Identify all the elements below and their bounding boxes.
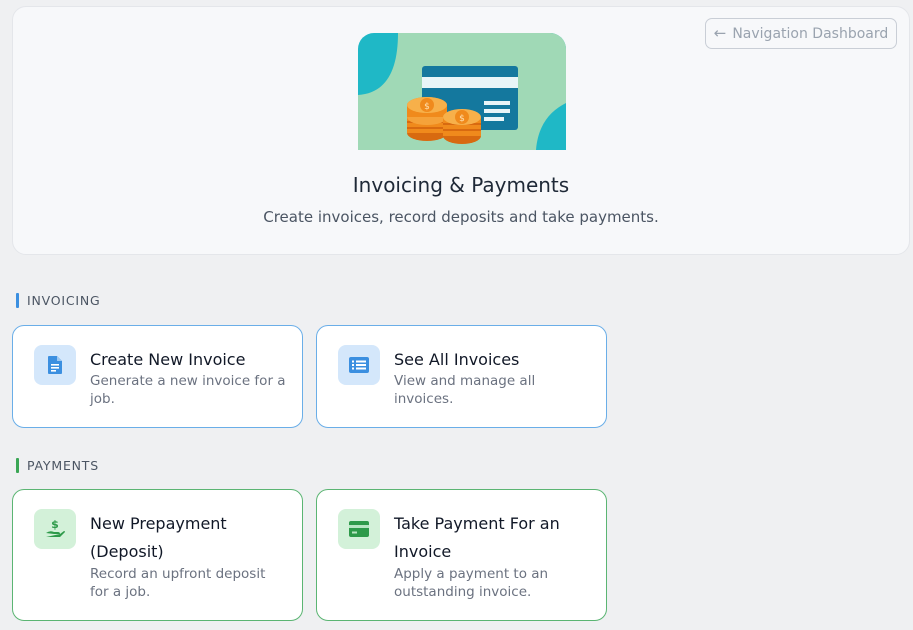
navigation-dashboard-label: Navigation Dashboard (732, 25, 889, 42)
arrow-left-icon: ← (713, 24, 727, 42)
create-new-invoice-card[interactable]: Create New Invoice Generate a new invoic… (12, 325, 303, 428)
card-description: Record an upfront deposit for a job. (90, 566, 266, 600)
page-title: Invoicing & Payments (352, 173, 570, 197)
section-label-payments: PAYMENTS (16, 458, 99, 473)
hero-panel: ← Navigation Dashboard $ $ Invoicing & P… (12, 6, 910, 255)
svg-text:$: $ (51, 518, 59, 531)
card-description: Apply a payment to an outstanding invoic… (394, 566, 549, 600)
hand-dollar-icon: $ (34, 509, 76, 549)
card-description: View and manage all invoices. (394, 373, 536, 407)
new-prepayment-card[interactable]: $ New Prepayment (Deposit) Record an upf… (12, 489, 303, 621)
see-all-invoices-card[interactable]: See All Invoices View and manage all inv… (316, 325, 607, 428)
payments-illustration: $ $ (358, 33, 566, 150)
list-icon (338, 345, 380, 385)
card-title: Take Payment For an Invoice (394, 514, 560, 561)
document-icon (34, 345, 76, 385)
card-title: New Prepayment (Deposit) (90, 514, 227, 561)
credit-card-icon (338, 509, 380, 549)
svg-text:$: $ (459, 114, 465, 124)
page-subtitle: Create invoices, record deposits and tak… (263, 208, 659, 226)
svg-text:$: $ (424, 102, 430, 112)
card-title: See All Invoices (394, 350, 520, 369)
take-payment-card[interactable]: Take Payment For an Invoice Apply a paym… (316, 489, 607, 621)
navigation-dashboard-button[interactable]: ← Navigation Dashboard (705, 18, 897, 49)
card-title: Create New Invoice (90, 350, 246, 369)
section-label-invoicing: INVOICING (16, 293, 101, 308)
card-description: Generate a new invoice for a job. (90, 373, 286, 407)
